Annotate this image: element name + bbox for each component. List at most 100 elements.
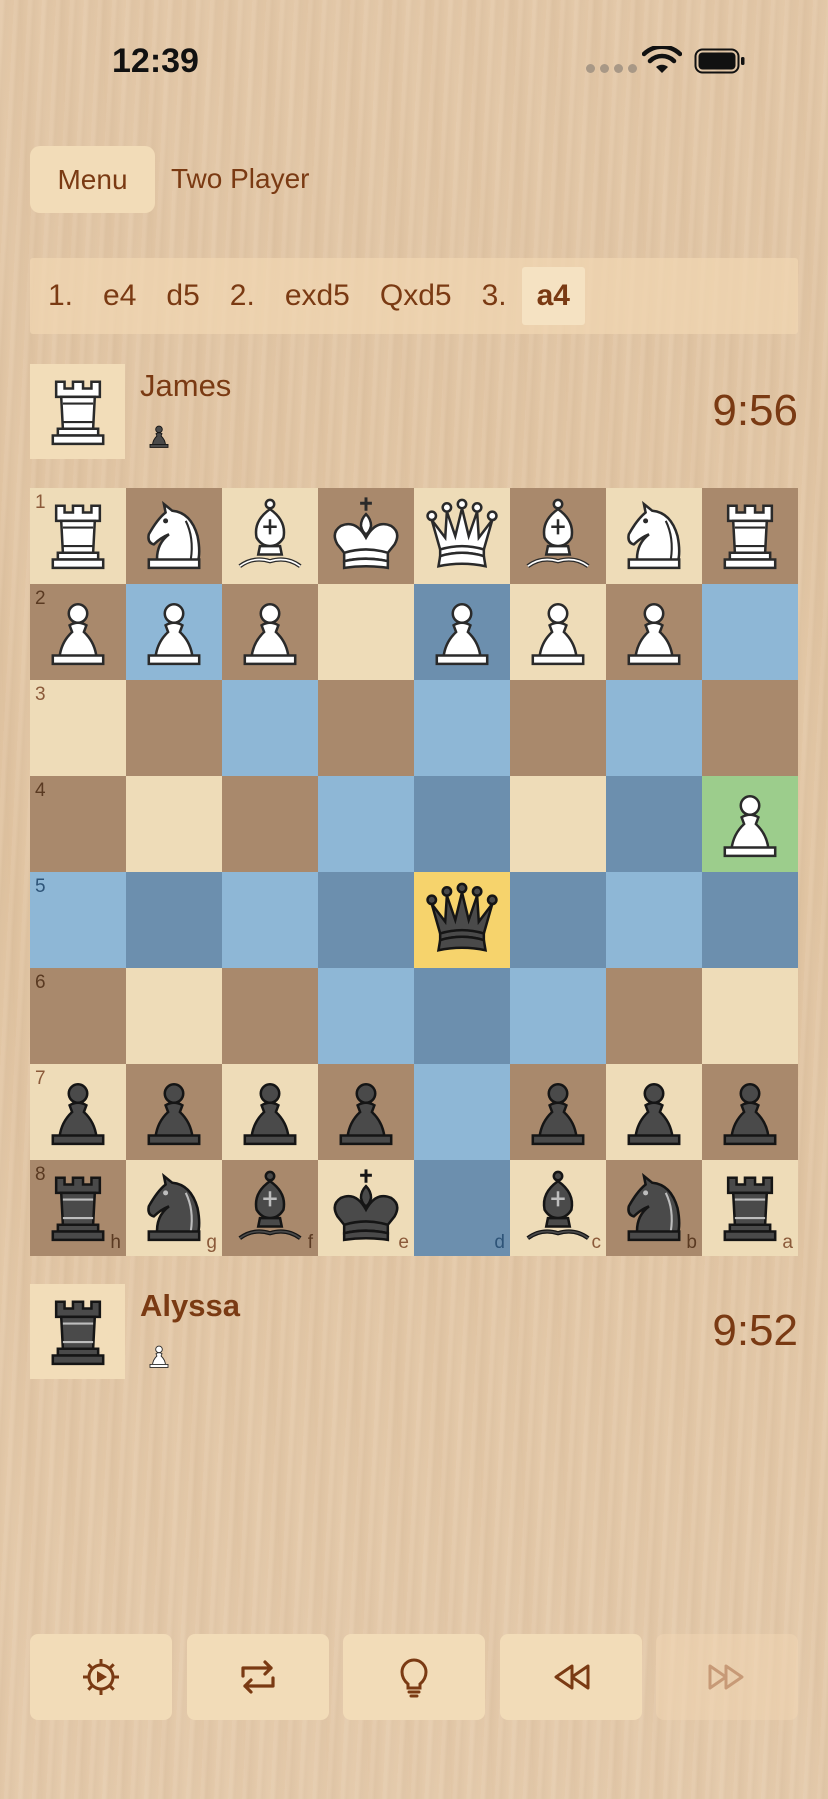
board-square[interactable]: g — [126, 1160, 222, 1256]
board-square[interactable] — [222, 680, 318, 776]
board-square[interactable]: 5 — [30, 872, 126, 968]
board-square[interactable] — [318, 968, 414, 1064]
player-top-name: James — [140, 368, 232, 403]
board-square[interactable] — [510, 680, 606, 776]
menu-button[interactable]: Menu — [30, 146, 155, 213]
board-square[interactable] — [414, 872, 510, 968]
board-square[interactable]: e — [318, 1160, 414, 1256]
board-square[interactable] — [702, 1064, 798, 1160]
settings-button[interactable] — [30, 1634, 172, 1720]
board-square[interactable] — [702, 776, 798, 872]
rank-label: 7 — [35, 1068, 46, 1089]
black-pawn-icon — [147, 1083, 201, 1146]
move-item[interactable]: 1. — [33, 267, 88, 325]
board-square[interactable] — [126, 872, 222, 968]
board-square[interactable] — [510, 968, 606, 1064]
board-square[interactable] — [510, 872, 606, 968]
board-square[interactable] — [222, 776, 318, 872]
board-square[interactable] — [414, 1064, 510, 1160]
board-square[interactable] — [606, 776, 702, 872]
black-queen-icon — [426, 882, 498, 952]
board-square[interactable] — [606, 1064, 702, 1160]
board-square[interactable]: 2 — [30, 584, 126, 680]
board-square[interactable] — [318, 584, 414, 680]
board-square[interactable]: f — [222, 1160, 318, 1256]
board-square[interactable] — [702, 584, 798, 680]
white-king-icon — [333, 497, 399, 570]
board-square[interactable] — [606, 968, 702, 1064]
white-knight-icon — [147, 500, 201, 570]
board-square[interactable] — [510, 488, 606, 584]
rank-label: 3 — [35, 684, 46, 705]
board-square[interactable] — [126, 1064, 222, 1160]
board-square[interactable] — [414, 488, 510, 584]
board-square[interactable] — [702, 680, 798, 776]
board-square[interactable] — [606, 584, 702, 680]
board-square[interactable]: 4 — [30, 776, 126, 872]
board-square[interactable] — [126, 968, 222, 1064]
board-square[interactable] — [606, 488, 702, 584]
board-square[interactable]: a — [702, 1160, 798, 1256]
board-square[interactable]: 8h — [30, 1160, 126, 1256]
board-square[interactable] — [126, 584, 222, 680]
board-square[interactable] — [606, 680, 702, 776]
board-square[interactable] — [126, 680, 222, 776]
player-bottom-clock: 9:52 — [712, 1306, 798, 1355]
board-square[interactable] — [318, 872, 414, 968]
move-item[interactable]: exd5 — [270, 267, 365, 325]
board-square[interactable] — [318, 680, 414, 776]
game-mode-title: Two Player — [171, 163, 310, 194]
white-pawn-icon — [723, 795, 777, 858]
flip-board-button[interactable] — [186, 1634, 329, 1720]
hint-button[interactable] — [343, 1634, 485, 1720]
white-queen-icon — [426, 498, 498, 568]
move-item[interactable]: 3. — [467, 267, 522, 325]
board-square[interactable]: 1 — [30, 488, 126, 584]
board-square[interactable] — [702, 872, 798, 968]
board-square[interactable] — [318, 488, 414, 584]
black-rook-icon — [51, 1300, 104, 1365]
board-square[interactable]: b — [606, 1160, 702, 1256]
board-square[interactable] — [414, 968, 510, 1064]
board-square[interactable] — [222, 872, 318, 968]
black-bishop-icon — [238, 1170, 302, 1240]
board-square[interactable]: c — [510, 1160, 606, 1256]
board-square[interactable] — [510, 584, 606, 680]
file-label: b — [686, 1232, 697, 1253]
white-pawn-icon — [627, 603, 681, 666]
board-square[interactable] — [318, 1064, 414, 1160]
board-square[interactable] — [510, 776, 606, 872]
file-label: e — [398, 1232, 409, 1253]
chess-board[interactable]: 1 2 3 4 5 6 7 8 h g f e d c b a — [30, 488, 798, 1256]
board-square[interactable] — [414, 776, 510, 872]
board-square[interactable] — [702, 968, 798, 1064]
redo-move-button[interactable] — [656, 1634, 798, 1720]
board-square[interactable] — [126, 776, 222, 872]
board-square[interactable]: 7 — [30, 1064, 126, 1160]
black-pawn-icon — [149, 425, 169, 448]
board-square[interactable] — [222, 584, 318, 680]
board-square[interactable] — [414, 584, 510, 680]
battery-icon — [694, 48, 745, 74]
move-item[interactable]: d5 — [151, 267, 214, 325]
board-square[interactable] — [126, 488, 222, 584]
undo-move-button[interactable] — [499, 1634, 642, 1720]
board-square[interactable]: 6 — [30, 968, 126, 1064]
board-square[interactable]: 3 — [30, 680, 126, 776]
board-square[interactable] — [606, 872, 702, 968]
move-item[interactable]: e4 — [88, 267, 151, 325]
move-item[interactable]: 2. — [215, 267, 270, 325]
board-square[interactable] — [414, 680, 510, 776]
board-square[interactable] — [318, 776, 414, 872]
board-square[interactable] — [510, 1064, 606, 1160]
board-square[interactable] — [222, 968, 318, 1064]
rank-label: 2 — [35, 588, 46, 609]
white-pawn-icon — [149, 1345, 169, 1368]
black-pawn-icon — [723, 1083, 777, 1146]
board-square[interactable] — [702, 488, 798, 584]
move-item[interactable]: Qxd5 — [365, 267, 467, 325]
board-square[interactable] — [222, 488, 318, 584]
move-item-current[interactable]: a4 — [521, 267, 585, 325]
board-square[interactable] — [222, 1064, 318, 1160]
board-square[interactable]: d — [414, 1160, 510, 1256]
